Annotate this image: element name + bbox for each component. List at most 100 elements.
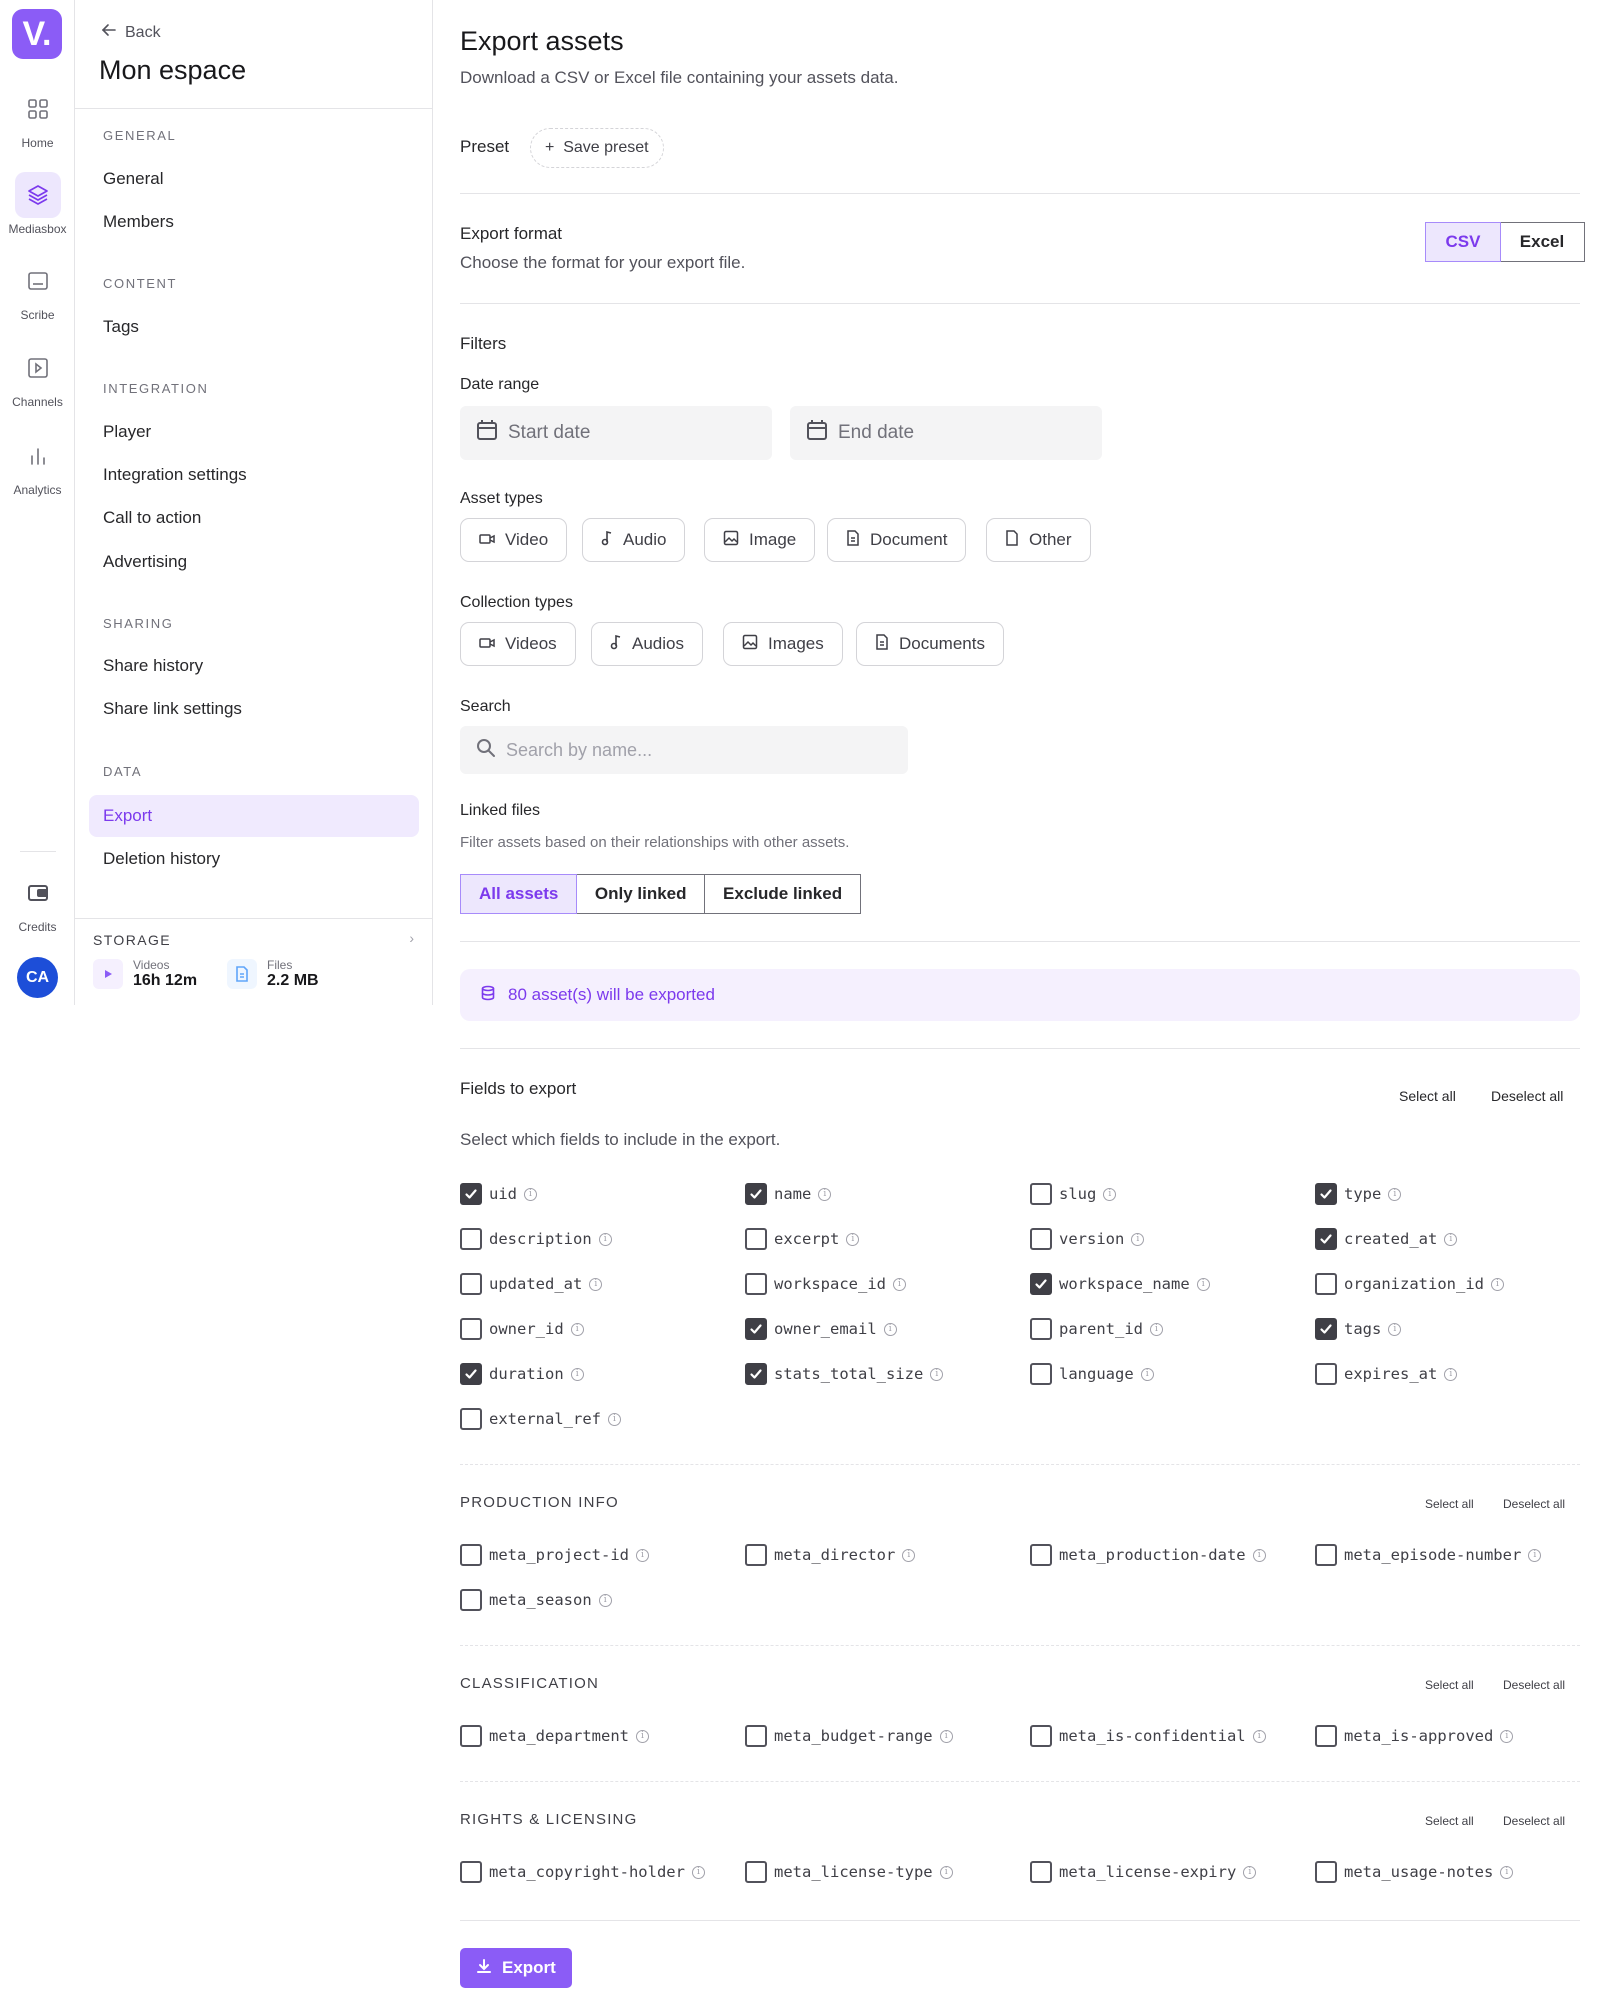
field-name[interactable]: workspace_id bbox=[774, 1275, 886, 1293]
info-icon[interactable]: i bbox=[598, 1593, 612, 1607]
field-checkbox[interactable] bbox=[1030, 1544, 1052, 1566]
info-icon[interactable]: i bbox=[635, 1548, 649, 1562]
chip-video[interactable]: Video bbox=[460, 518, 568, 562]
sidebar-item-call-to-action[interactable]: Call to action bbox=[89, 497, 419, 539]
info-icon[interactable]: i bbox=[1140, 1367, 1154, 1381]
field-name[interactable]: meta_season bbox=[489, 1591, 592, 1609]
info-icon[interactable]: i bbox=[1500, 1865, 1514, 1879]
field-checkbox[interactable] bbox=[745, 1363, 767, 1385]
info-icon[interactable]: i bbox=[930, 1367, 944, 1381]
field-checkbox[interactable] bbox=[460, 1228, 482, 1250]
production-deselect-all-button[interactable]: Deselect all bbox=[1503, 1497, 1565, 1511]
save-preset-button[interactable]: + Save preset bbox=[530, 128, 664, 168]
field-checkbox[interactable] bbox=[1315, 1318, 1337, 1340]
sidebar-item-share-history[interactable]: Share history bbox=[89, 645, 419, 687]
sidebar-item-tags[interactable]: Tags bbox=[89, 306, 419, 348]
field-checkbox[interactable] bbox=[745, 1273, 767, 1295]
sidebar-item-general[interactable]: General bbox=[89, 158, 419, 200]
format-csv-button[interactable]: CSV bbox=[1425, 222, 1501, 262]
info-icon[interactable]: i bbox=[1444, 1367, 1458, 1381]
info-icon[interactable]: i bbox=[589, 1277, 603, 1291]
info-icon[interactable]: i bbox=[1388, 1187, 1402, 1201]
field-name[interactable]: duration bbox=[489, 1365, 564, 1383]
field-name[interactable]: slug bbox=[1059, 1185, 1096, 1203]
field-checkbox[interactable] bbox=[460, 1589, 482, 1611]
back-link[interactable]: Back bbox=[101, 22, 161, 43]
export-button[interactable]: Export bbox=[460, 1948, 572, 1988]
field-checkbox[interactable] bbox=[745, 1725, 767, 1747]
chip-other[interactable]: Other bbox=[986, 518, 1091, 562]
rail-item-analytics[interactable]: Analytics bbox=[0, 433, 75, 497]
field-name[interactable]: uid bbox=[489, 1185, 517, 1203]
field-name[interactable]: meta_usage-notes bbox=[1344, 1863, 1493, 1881]
field-name[interactable]: language bbox=[1059, 1365, 1134, 1383]
sidebar-item-deletion-history[interactable]: Deletion history bbox=[89, 838, 419, 880]
field-checkbox[interactable] bbox=[745, 1183, 767, 1205]
info-icon[interactable]: i bbox=[1243, 1865, 1257, 1879]
field-checkbox[interactable] bbox=[745, 1861, 767, 1883]
field-checkbox[interactable] bbox=[460, 1725, 482, 1747]
field-name[interactable]: updated_at bbox=[489, 1275, 582, 1293]
field-name[interactable]: meta_episode-number bbox=[1344, 1546, 1521, 1564]
end-date-input[interactable]: End date bbox=[790, 406, 1102, 460]
linked-only-button[interactable]: Only linked bbox=[575, 874, 706, 914]
field-name[interactable]: workspace_name bbox=[1059, 1275, 1190, 1293]
info-icon[interactable]: i bbox=[1528, 1548, 1542, 1562]
field-checkbox[interactable] bbox=[1315, 1544, 1337, 1566]
info-icon[interactable]: i bbox=[691, 1865, 705, 1879]
chevron-right-icon[interactable]: › bbox=[409, 930, 414, 946]
field-name[interactable]: excerpt bbox=[774, 1230, 839, 1248]
field-name[interactable]: meta_project-id bbox=[489, 1546, 629, 1564]
field-checkbox[interactable] bbox=[1030, 1318, 1052, 1340]
info-icon[interactable]: i bbox=[818, 1187, 832, 1201]
field-checkbox[interactable] bbox=[1315, 1183, 1337, 1205]
field-name[interactable]: meta_is-confidential bbox=[1059, 1727, 1246, 1745]
info-icon[interactable]: i bbox=[939, 1729, 953, 1743]
field-checkbox[interactable] bbox=[1315, 1363, 1337, 1385]
format-excel-button[interactable]: Excel bbox=[1499, 222, 1585, 262]
info-icon[interactable]: i bbox=[846, 1232, 860, 1246]
field-checkbox[interactable] bbox=[745, 1544, 767, 1566]
info-icon[interactable]: i bbox=[570, 1322, 584, 1336]
rights-deselect-all-button[interactable]: Deselect all bbox=[1503, 1814, 1565, 1828]
field-name[interactable]: type bbox=[1344, 1185, 1381, 1203]
field-name[interactable]: meta_is-approved bbox=[1344, 1727, 1493, 1745]
sidebar-item-export[interactable]: Export bbox=[89, 795, 419, 837]
field-name[interactable]: owner_email bbox=[774, 1320, 877, 1338]
rail-item-mediasbox[interactable]: Mediasbox bbox=[0, 172, 75, 236]
fields-select-all-button[interactable]: Select all bbox=[1399, 1088, 1456, 1104]
linked-exclude-button[interactable]: Exclude linked bbox=[704, 874, 862, 914]
field-checkbox[interactable] bbox=[460, 1861, 482, 1883]
field-checkbox[interactable] bbox=[745, 1318, 767, 1340]
rail-item-home[interactable]: Home bbox=[0, 86, 75, 150]
info-icon[interactable]: i bbox=[1252, 1548, 1266, 1562]
field-checkbox[interactable] bbox=[1315, 1273, 1337, 1295]
field-name[interactable]: meta_license-type bbox=[774, 1863, 933, 1881]
field-checkbox[interactable] bbox=[460, 1408, 482, 1430]
info-icon[interactable]: i bbox=[939, 1865, 953, 1879]
info-icon[interactable]: i bbox=[1388, 1322, 1402, 1336]
field-checkbox[interactable] bbox=[1315, 1725, 1337, 1747]
field-checkbox[interactable] bbox=[460, 1183, 482, 1205]
info-icon[interactable]: i bbox=[607, 1412, 621, 1426]
field-name[interactable]: expires_at bbox=[1344, 1365, 1437, 1383]
info-icon[interactable]: i bbox=[1196, 1277, 1210, 1291]
field-name[interactable]: external_ref bbox=[489, 1410, 601, 1428]
field-checkbox[interactable] bbox=[1315, 1228, 1337, 1250]
info-icon[interactable]: i bbox=[598, 1232, 612, 1246]
field-name[interactable]: meta_director bbox=[774, 1546, 895, 1564]
field-checkbox[interactable] bbox=[1315, 1861, 1337, 1883]
field-name[interactable]: meta_department bbox=[489, 1727, 629, 1745]
search-input[interactable] bbox=[506, 739, 886, 761]
rights-select-all-button[interactable]: Select all bbox=[1425, 1814, 1474, 1828]
info-icon[interactable]: i bbox=[1444, 1232, 1458, 1246]
rail-item-scribe[interactable]: Scribe bbox=[0, 258, 75, 322]
user-avatar[interactable]: CA bbox=[17, 957, 58, 998]
fields-deselect-all-button[interactable]: Deselect all bbox=[1491, 1088, 1563, 1104]
chip-audio[interactable]: Audio bbox=[582, 518, 686, 562]
field-name[interactable]: version bbox=[1059, 1230, 1124, 1248]
field-name[interactable]: organization_id bbox=[1344, 1275, 1484, 1293]
info-icon[interactable]: i bbox=[1103, 1187, 1117, 1201]
field-name[interactable]: parent_id bbox=[1059, 1320, 1143, 1338]
field-checkbox[interactable] bbox=[1030, 1363, 1052, 1385]
